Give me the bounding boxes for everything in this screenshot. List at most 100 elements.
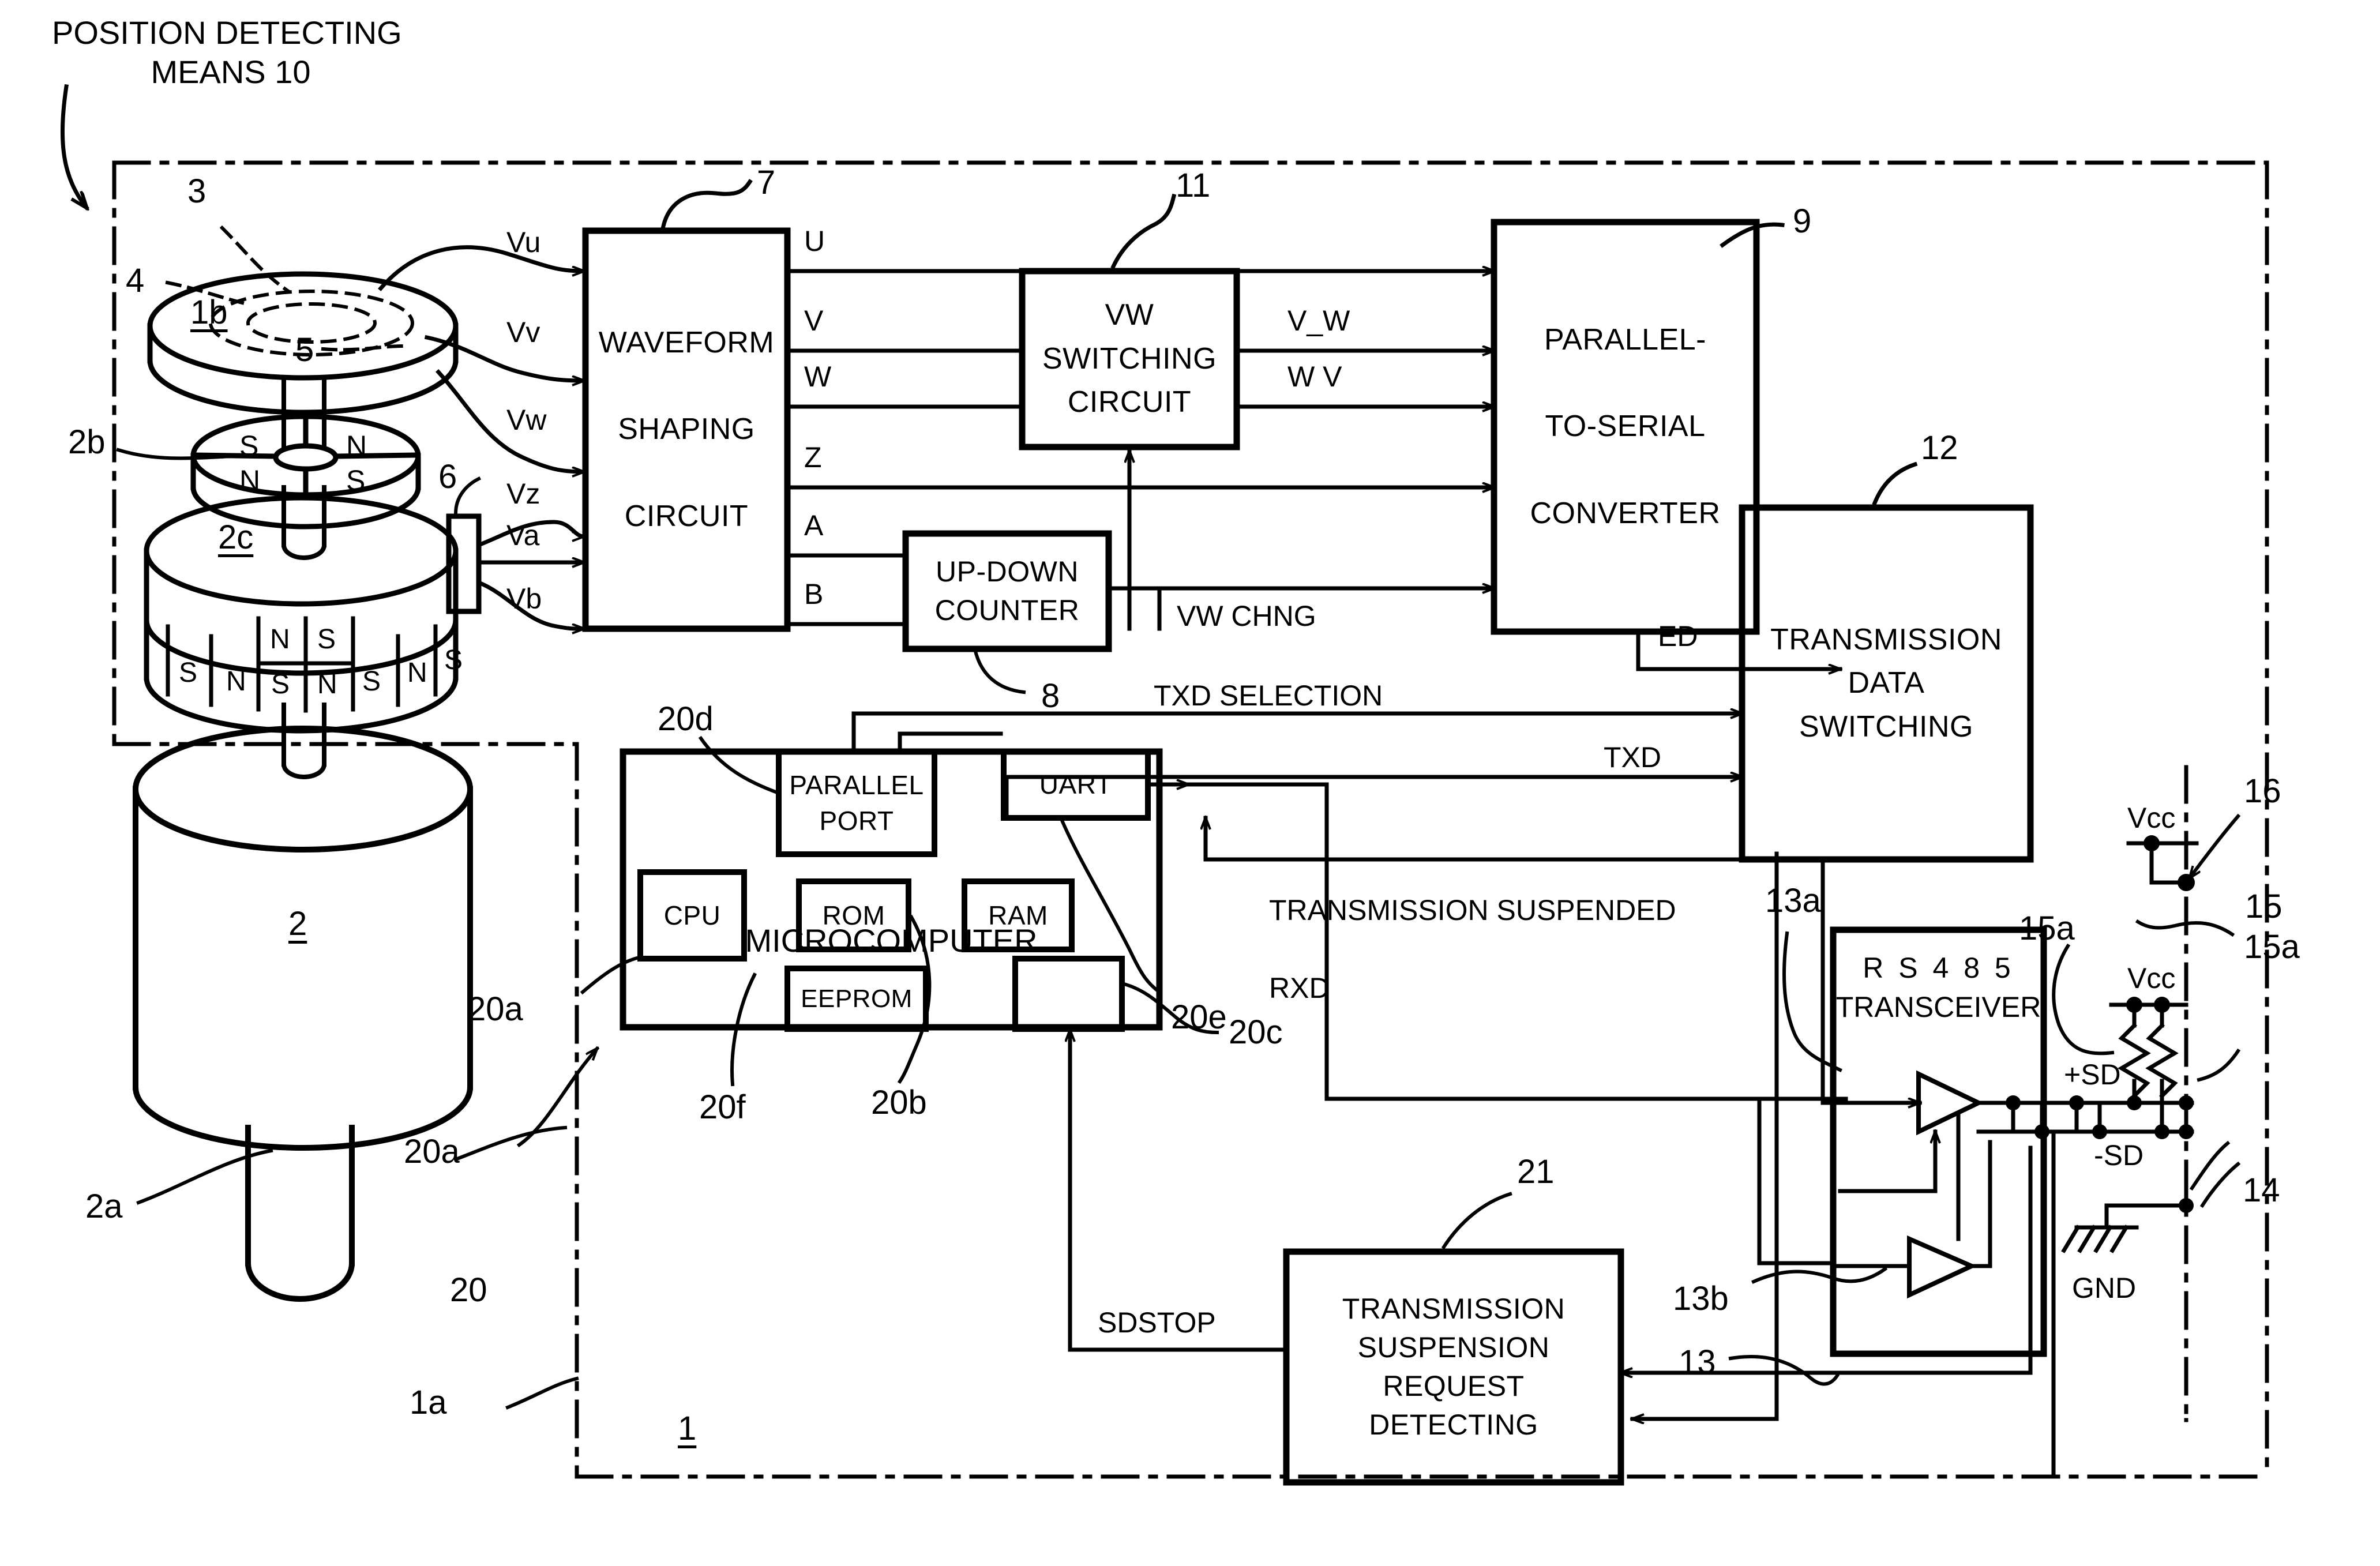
ref-2c: 2c <box>218 519 254 556</box>
signal-z: Z <box>804 441 822 474</box>
ref-16: 16 <box>2244 772 2281 810</box>
signal-sdstop: SDSTOP <box>1098 1306 1216 1339</box>
label-rs485: R S 4 8 5 <box>1863 952 2014 984</box>
signal-a: A <box>804 509 824 542</box>
inner-dashdot-boundary <box>112 742 579 1479</box>
ref-20e: 20e <box>1171 998 1227 1036</box>
ref-7: 7 <box>757 164 776 201</box>
signal-txd-selection: TXD SELECTION <box>1154 679 1383 712</box>
label-waveform-shaping-circuit: WAVEFORM SHAPING CIRCUIT <box>598 325 775 534</box>
signal-u: U <box>804 225 825 257</box>
pole-n-2: N <box>239 464 261 497</box>
label-minus-sd: -SD <box>2094 1139 2144 1171</box>
figure-title-line2: MEANS 10 <box>151 54 311 90</box>
ref-leader-12 <box>1872 461 1918 506</box>
ref-leader-20d <box>698 735 781 795</box>
signal-w: W <box>804 360 832 393</box>
ref-leader-20 <box>516 1049 597 1148</box>
label-vcc-upper: Vcc <box>2127 802 2176 834</box>
magnet-drum-2c <box>144 495 459 734</box>
label-plus-sd: +SD <box>2064 1058 2121 1091</box>
gnd-network <box>2061 1203 2188 1253</box>
ref-21: 21 <box>1517 1153 1555 1191</box>
label-uart: UART <box>1039 769 1113 800</box>
ref-20b: 20b <box>871 1084 927 1121</box>
ref-leader-20a <box>580 955 641 995</box>
ref-9: 9 <box>1793 202 1812 240</box>
label-transmission-suspension-request-detecting: TRANSMISSION SUSPENSION REQUEST DETECTIN… <box>1342 1293 1566 1441</box>
block-unnamed-port-20c <box>1012 956 1125 1032</box>
ref-leader-15a-right <box>2197 1048 2241 1082</box>
ref-14: 14 <box>2243 1171 2280 1209</box>
drum-pole-n-u1: N <box>270 624 290 655</box>
ref-leader-2a <box>136 1148 273 1205</box>
ref-1a: 1a <box>410 1384 447 1421</box>
ref-3: 3 <box>187 172 207 210</box>
ref-13b: 13b <box>1673 1280 1729 1317</box>
label-up-down-counter: UP-DOWN COUNTER <box>934 555 1080 627</box>
patent-figure-canvas: POSITION DETECTING MEANS 10 3 4 1b 5 2b … <box>0 0 2380 1566</box>
shaft-lower <box>281 703 327 779</box>
signal-w-v: W V <box>1287 360 1342 393</box>
ref-2a: 2a <box>85 1188 123 1225</box>
signal-v: V <box>804 305 824 337</box>
label-ram: RAM <box>988 900 1048 930</box>
rs485-receiver-in-b <box>1969 1140 1992 1268</box>
rs485-driver-triangle <box>1916 1070 1984 1136</box>
ref-leader-7 <box>660 179 753 229</box>
ref-1b: 1b <box>190 294 228 331</box>
label-vw-switching-circuit: VW SWITCHING CIRCUIT <box>1042 298 1217 419</box>
suspension-inputs <box>1621 1146 2033 1373</box>
magnet-disc-2b <box>190 414 421 529</box>
ref-1: 1 <box>678 1410 697 1447</box>
title-leader <box>60 84 87 208</box>
ref-20a: 20a <box>467 990 523 1028</box>
ref-4: 4 <box>126 262 145 299</box>
ref-leader-1a <box>505 1376 579 1410</box>
pole-s-1: S <box>239 430 259 462</box>
signal-rxd: RXD <box>1269 972 1330 1004</box>
label-transmission-data-switching: TRANSMISSION DATA SWITCHING <box>1770 622 2002 743</box>
ref-leader-16 <box>2187 813 2241 878</box>
ref-20d: 20d <box>658 700 714 738</box>
ref-leader-20e <box>1059 817 1162 995</box>
figure-title-line1: POSITION DETECTING <box>52 14 402 51</box>
signal-vw-chng: VW CHNG <box>1177 600 1316 632</box>
ref-2b: 2b <box>68 423 106 461</box>
label-eeprom: EEPROM <box>801 984 913 1013</box>
rs485-driver-enable-path <box>1838 1163 1938 1193</box>
signal-txd: TXD <box>1604 741 1661 773</box>
label-rs485-transceiver: TRANSCEIVER <box>1835 991 2041 1023</box>
label-rom: ROM <box>822 900 885 930</box>
bus-vertical-stubs <box>2011 1101 2102 1134</box>
vw-switching-outputs <box>1234 351 1494 407</box>
signal-transmission-suspended: TRANSMISSION SUSPENDED <box>1269 894 1676 926</box>
ref-15: 15 <box>2245 888 2283 925</box>
ref-13: 13 <box>1679 1343 1716 1381</box>
ref-leader-13 <box>1728 1354 1840 1386</box>
ref-2: 2 <box>288 905 307 942</box>
ref-20a-left: 20a <box>404 1133 460 1170</box>
pole-n-1: N <box>346 430 367 462</box>
ref-6: 6 <box>438 458 457 495</box>
ref-12: 12 <box>1921 429 1958 467</box>
sdstop-line <box>1070 1030 1289 1352</box>
signal-vv: Vv <box>506 316 540 348</box>
drum-pole-1: N <box>226 666 246 697</box>
pole-s-2: S <box>346 464 366 497</box>
ref-20f: 20f <box>699 1088 746 1126</box>
ref-leader-20a-motor <box>453 1125 568 1162</box>
ref-leader-6 <box>453 476 482 516</box>
rs485-receiver-triangle <box>1907 1235 1977 1299</box>
signal-vz: Vz <box>506 478 540 510</box>
signal-va: Va <box>506 519 540 551</box>
drum-pole-5: N <box>407 658 427 688</box>
ref-5: 5 <box>295 331 314 369</box>
signal-vb: Vb <box>506 583 542 615</box>
ref-20: 20 <box>450 1271 487 1309</box>
label-cpu: CPU <box>663 900 721 930</box>
signal-vu: Vu <box>506 226 541 258</box>
pullup-network <box>2109 1002 2188 1134</box>
ref-11: 11 <box>1176 167 1211 204</box>
label-gnd: GND <box>2072 1272 2137 1304</box>
